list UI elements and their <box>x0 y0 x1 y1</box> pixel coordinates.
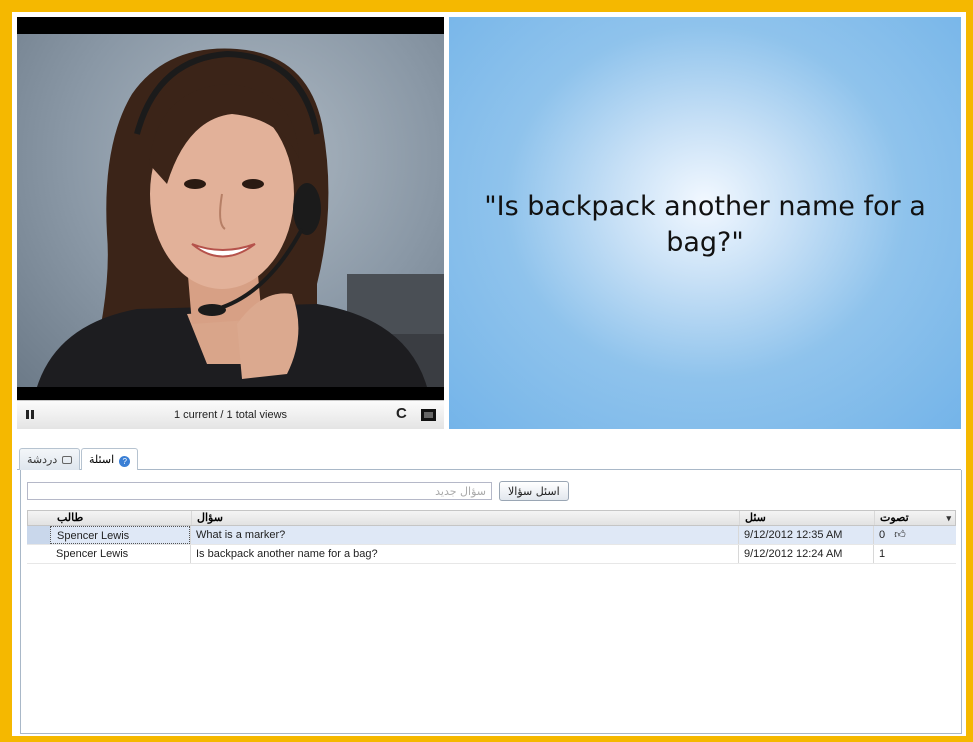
new-question-input[interactable] <box>27 482 492 500</box>
cell-student: Spencer Lewis <box>56 548 129 560</box>
views-counter: 1 current / 1 total views <box>173 409 288 421</box>
table-row[interactable]: Spencer Lewis Is backpack another name f… <box>27 545 956 564</box>
cell-student: Spencer Lewis <box>50 526 190 544</box>
header-spacer <box>28 511 51 525</box>
table-header: طالب سؤال سئل تصوت ▾ <box>27 510 956 526</box>
questions-panel: اسئل سؤالا طالب سؤال سئل تصوت ▾ Spencer … <box>20 470 962 734</box>
tab-questions-label: اسئلة <box>89 454 115 466</box>
slide-question-text: "Is backpack another name for a bag?" <box>484 191 926 258</box>
cell-asked: 9/12/2012 12:35 AM <box>738 526 873 544</box>
table-row[interactable]: Spencer Lewis What is a marker? 9/12/201… <box>27 526 956 545</box>
tab-chat-label: دردشة <box>27 454 58 466</box>
cell-asked: 9/12/2012 12:24 AM <box>738 545 873 563</box>
question-icon: ? <box>119 456 131 467</box>
cell-votes: 1 <box>873 545 956 563</box>
refresh-icon[interactable]: C <box>396 405 407 422</box>
presenter-video-frame <box>37 48 444 387</box>
column-header-student[interactable]: طالب <box>51 511 191 525</box>
vote-count: 0 <box>879 529 886 541</box>
votes-header-label: تصوت <box>880 512 909 524</box>
column-header-asked[interactable]: سئل <box>739 511 874 525</box>
tab-questions[interactable]: اسئلة ? <box>81 448 139 471</box>
cell-question: Is backpack another name for a bag? <box>190 545 738 563</box>
tab-bar: دردشة اسئلة ? <box>17 445 961 471</box>
questions-table: طالب سؤال سئل تصوت ▾ Spencer Lewis What … <box>27 510 956 564</box>
chat-icon <box>62 456 73 464</box>
sort-dropdown-icon[interactable]: ▾ <box>946 511 951 525</box>
column-header-question[interactable]: سؤال <box>191 511 739 525</box>
app-frame: 1 current / 1 total views C "Is backpack… <box>12 12 966 736</box>
row-selector[interactable] <box>27 545 50 563</box>
column-header-votes[interactable]: تصوت ▾ <box>874 511 957 525</box>
player-controls: 1 current / 1 total views C <box>17 400 444 429</box>
video-player: 1 current / 1 total views C <box>17 17 444 429</box>
slide-panel: "Is backpack another name for a bag?" <box>449 17 961 429</box>
cell-votes: 0 👍︎ <box>873 526 956 544</box>
fullscreen-icon[interactable] <box>421 409 436 421</box>
ask-question-button[interactable]: اسئل سؤالا <box>499 481 569 501</box>
tab-chat[interactable]: دردشة <box>19 448 81 470</box>
cell-question: What is a marker? <box>190 526 738 544</box>
thumbs-up-icon[interactable]: 👍︎ <box>894 526 906 544</box>
row-selector[interactable] <box>27 526 50 544</box>
video-feed[interactable] <box>17 34 444 387</box>
